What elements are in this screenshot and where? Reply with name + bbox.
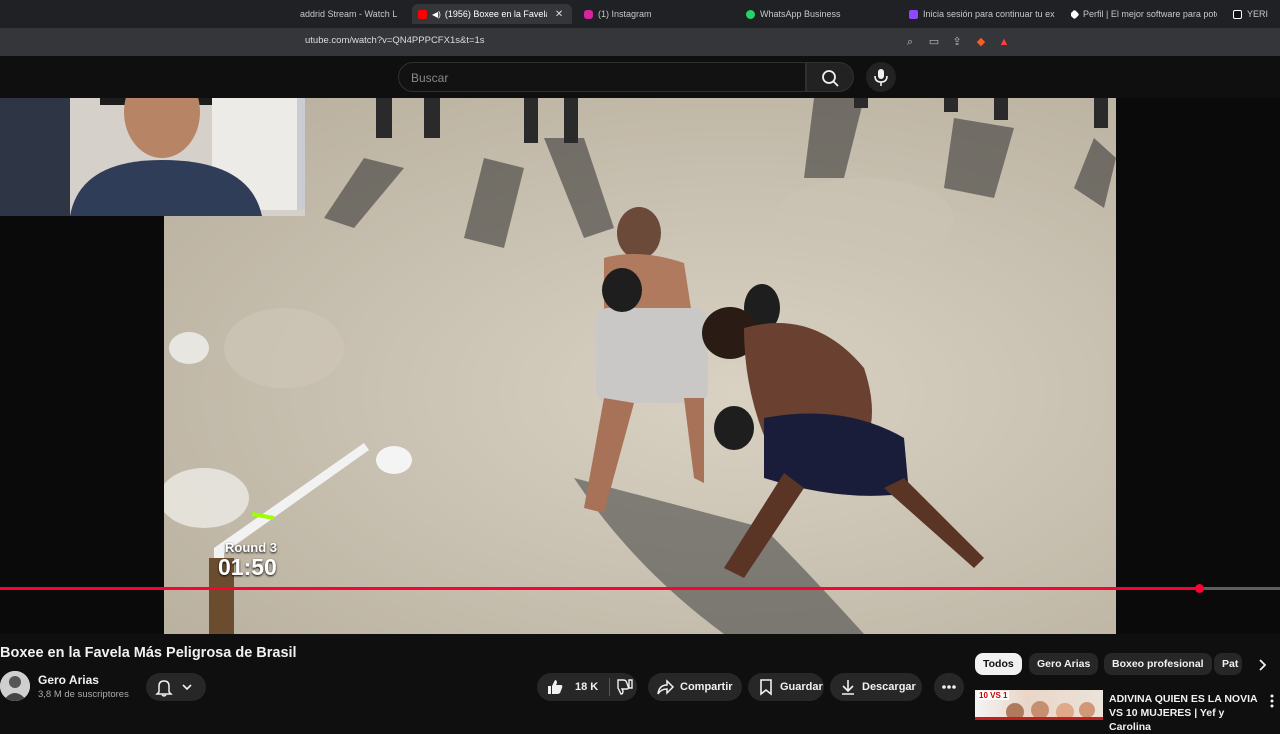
video-frame — [164, 98, 1116, 634]
microphone-icon — [874, 69, 888, 86]
recommended-title-line2: VS 10 MUJERES | Yef y Carolina — [1109, 707, 1225, 733]
boxing-scene — [164, 98, 1116, 634]
chip-partial[interactable]: Pat — [1214, 653, 1242, 675]
tab-label: Perfil | El mejor software para pote — [1083, 9, 1217, 19]
bell-icon — [155, 680, 173, 697]
search-input[interactable]: Buscar — [398, 62, 806, 92]
search-button[interactable] — [806, 62, 854, 92]
tab-label: (1956) Boxee en la Favela M — [444, 9, 547, 19]
instagram-favicon-icon — [584, 9, 593, 19]
avatar[interactable] — [0, 671, 30, 701]
tab-label: WhatsApp Business — [760, 9, 841, 19]
address-bar: utube.com/watch?v=QN4PPPCFX1s&t=1s ⌕ ▭ ⇪… — [0, 28, 1280, 56]
zoom-icon[interactable]: ⌕ — [903, 35, 917, 49]
progress-fill — [0, 587, 1200, 590]
chevron-right-icon[interactable] — [1256, 657, 1270, 673]
thumbnail-people — [975, 701, 1103, 720]
save-button[interactable]: Guardar — [748, 673, 824, 701]
share-icon[interactable]: ⇪ — [950, 35, 964, 49]
like-dislike-group: 18 K — [537, 673, 637, 701]
whatsapp-favicon-icon — [746, 9, 755, 19]
tab-whatsapp[interactable]: WhatsApp Business — [746, 4, 896, 24]
tab-perfil[interactable]: Perfil | El mejor software para pote — [1071, 4, 1217, 24]
more-actions-button[interactable] — [934, 673, 964, 701]
like-icon[interactable] — [545, 678, 567, 696]
streamer-webcam — [0, 98, 305, 216]
chip-gero-arias[interactable]: Gero Arias — [1029, 653, 1099, 675]
round-label: Round 3 — [225, 540, 277, 555]
tab-instagram[interactable]: (1) Instagram — [584, 4, 734, 24]
youtube-masthead: Buscar — [0, 56, 1280, 98]
download-label: Descargar — [862, 681, 916, 693]
chip-boxeo-profesional[interactable]: Boxeo profesional — [1104, 653, 1212, 675]
tab-label: (1) Instagram — [598, 9, 652, 19]
webcam-feed — [0, 98, 305, 216]
channel-avatar-image — [0, 671, 30, 701]
recommended-video-title[interactable]: ADIVINA QUIEN ES LA NOVIA VS 10 MUJERES … — [1109, 692, 1259, 734]
download-icon — [842, 680, 854, 695]
youtube-favicon-icon — [418, 9, 427, 19]
round-timer: 01:50 — [218, 554, 277, 580]
search-placeholder: Buscar — [411, 71, 449, 85]
brave-shield-icon[interactable]: ◆ — [974, 35, 988, 49]
scrubber-handle[interactable] — [1195, 584, 1205, 593]
tab-youtube-active[interactable]: ◀) (1956) Boxee en la Favela M ✕ — [412, 4, 572, 24]
notifications-button[interactable] — [146, 673, 206, 701]
cast-icon[interactable]: ▭ — [927, 35, 941, 49]
recommended-video-thumbnail[interactable]: 10 VS 1 — [975, 690, 1103, 720]
share-icon — [657, 679, 675, 695]
more-horizontal-icon — [942, 685, 956, 689]
twitch-favicon-icon — [909, 9, 918, 19]
tab-label: YERI — [1247, 9, 1269, 19]
like-count[interactable]: 18 K — [575, 681, 598, 693]
download-button[interactable]: Descargar — [830, 673, 922, 701]
chevron-down-icon — [182, 684, 192, 691]
diamond-favicon-icon — [1071, 9, 1080, 19]
chip-todos[interactable]: Todos — [975, 653, 1022, 675]
channel-name[interactable]: Gero Arias — [38, 673, 99, 687]
subscriber-count: 3,8 M de suscriptores — [38, 689, 129, 700]
tiktok-favicon-icon — [1233, 9, 1242, 19]
share-label: Compartir — [680, 681, 733, 693]
tab-tiktok[interactable]: YERI — [1233, 4, 1280, 24]
recommended-title-line1: ADIVINA QUIEN ES LA NOVIA — [1109, 693, 1258, 705]
tab-label: Inicia sesión para continuar tu exp — [923, 9, 1055, 19]
rewards-icon[interactable]: ▲ — [997, 35, 1011, 49]
progress-bar[interactable] — [0, 584, 1280, 593]
dislike-icon[interactable] — [610, 678, 636, 696]
tab-stream[interactable]: addrid Stream - Watch L — [300, 4, 400, 24]
close-tab-icon[interactable]: ✕ — [555, 9, 563, 20]
more-vertical-icon[interactable] — [1268, 693, 1276, 709]
bell-dropdown-graphic — [155, 680, 192, 697]
tab-twitch[interactable]: Inicia sesión para continuar tu exp — [909, 4, 1055, 24]
voice-search-button[interactable] — [866, 62, 896, 92]
browser-tab-bar: addrid Stream - Watch L ◀) (1956) Boxee … — [0, 0, 1280, 28]
video-player[interactable]: Round 3 01:50 — [0, 98, 1280, 634]
search-icon — [822, 70, 839, 87]
speaker-icon: ◀) — [432, 9, 441, 19]
save-label: Guardar — [780, 681, 823, 693]
url-field[interactable]: utube.com/watch?v=QN4PPPCFX1s&t=1s — [305, 35, 485, 46]
video-title: Boxee en la Favela Más Peligrosa de Bras… — [0, 645, 297, 661]
share-button[interactable]: Compartir — [648, 673, 742, 701]
bookmark-icon — [760, 679, 772, 696]
tab-label: addrid Stream - Watch L — [300, 9, 398, 19]
